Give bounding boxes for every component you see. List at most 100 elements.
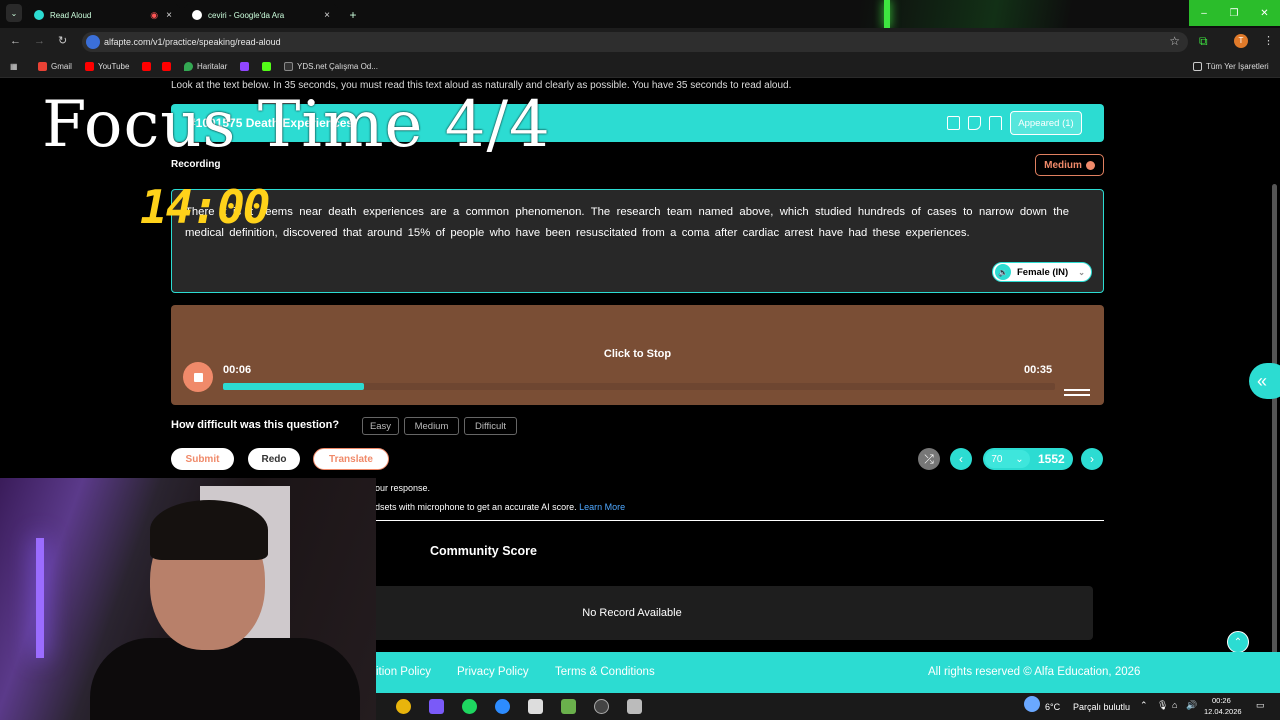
progress-fill [223,383,365,390]
total-count: 1552 [1038,452,1065,466]
url-input[interactable]: alfapte.com/v1/practice/speaking/read-al… [82,32,1188,52]
all-bookmarks[interactable]: Tüm Yer İşaretleri [1193,62,1269,71]
google-favicon-icon [192,10,202,20]
youtube-icon [142,62,151,71]
recording-icon: ◉ [150,9,159,20]
volume-icon[interactable]: 🔊 [1186,700,1197,711]
apps-grid-icon[interactable]: ▦ [10,62,18,71]
bookmark-star-icon[interactable]: ☆ [1169,34,1180,48]
bookmark-maps[interactable]: Haritalar [184,62,227,71]
tab-google-search[interactable]: ceviri - Google'da Ara × [184,4,338,26]
browser-menu-icon[interactable]: ⋮ [1263,34,1274,47]
page-selector[interactable]: 70 ⌄ 1552 [983,448,1073,470]
translate-button[interactable]: Translate [313,448,389,470]
passage-box: There it is it seems near death experien… [171,189,1104,293]
bookmark-kick[interactable] [262,62,275,71]
per-page-select[interactable]: 70 ⌄ [985,450,1030,468]
translate-icon[interactable] [947,116,960,130]
folder-icon [1193,62,1202,71]
bookmark-youtube[interactable]: YouTube [85,62,129,71]
twitch-icon [240,62,249,71]
voice-select[interactable]: 🔉 Female (IN) ⌄ [992,262,1092,282]
back-icon[interactable]: ← [10,35,21,47]
accent-light [884,0,890,28]
side-panel-toggle[interactable]: « [1249,363,1280,399]
notes-icon[interactable] [968,116,981,130]
previous-button[interactable]: ‹ [950,448,972,470]
learn-more-link[interactable]: Learn More [579,502,625,512]
redo-button[interactable]: Redo [248,448,300,470]
bookmarks-bar: ▦ Gmail YouTube Haritalar YDS.net Çalışm… [0,56,1280,78]
speaker-icon[interactable]: 🔉 [995,264,1011,280]
profile-avatar[interactable]: T [1234,34,1248,48]
weather-temp: 6°C [1045,702,1061,712]
notification-icon[interactable]: ▭ [1256,700,1265,711]
app-icon[interactable] [429,699,444,714]
total-time: 00:35 [1024,364,1053,376]
click-to-stop-label[interactable]: Click to Stop [171,348,1104,360]
bookmark-icon[interactable] [989,116,1002,130]
new-tab-button[interactable]: + [344,4,362,26]
clock-time: 00:26 [1212,696,1231,705]
zoom-icon[interactable] [495,699,510,714]
close-window-button[interactable]: ✕ [1249,0,1280,26]
close-icon[interactable]: × [166,10,172,21]
difficulty-easy-button[interactable]: Easy [362,417,399,435]
address-bar: ← → ↻ alfapte.com/v1/practice/speaking/r… [0,28,1280,56]
close-icon[interactable]: × [324,10,330,21]
difficulty-badge: Medium [1035,154,1104,176]
chrome-icon[interactable] [396,699,411,714]
scroll-top-button[interactable]: ⌃ [1227,631,1249,653]
tip-text-2-body: dsets with microphone to get an accurate… [375,502,577,512]
chevron-down-icon: ⌄ [1078,267,1085,277]
spotify-icon[interactable] [462,699,477,714]
tab-read-aloud[interactable]: Read Aloud ◉ × [26,4,180,26]
network-icon[interactable]: ⌂ [1172,700,1177,710]
bookmark-youtube-3[interactable] [162,62,175,71]
app-icon[interactable] [561,699,576,714]
bookmark-twitch[interactable] [240,62,253,71]
youtube-icon [85,62,94,71]
gmail-icon [38,62,47,71]
stop-button[interactable] [183,362,213,392]
obs-icon[interactable] [594,699,609,714]
windows-taskbar: 6°C Parçalı bulutlu ⌃ 🎙 ⌂ 🔊 00:26 12.04.… [376,693,1280,720]
app-icon[interactable] [627,699,642,714]
minimize-button[interactable]: – [1189,0,1219,26]
mic-icon[interactable]: 🎙 [1157,700,1168,711]
bookmark-gmail[interactable]: Gmail [38,62,72,71]
reload-icon[interactable]: ↻ [58,34,67,47]
maximize-button[interactable]: ❐ [1219,0,1249,26]
app-icon[interactable] [528,699,543,714]
next-button[interactable]: › [1081,448,1103,470]
footer-terms-link[interactable]: Terms & Conditions [555,666,655,678]
difficulty-question: How difficult was this question? [171,419,340,431]
footer-copyright: All rights reserved © Alfa Education, 20… [928,666,1141,678]
recorder-panel[interactable]: Click to Stop 00:06 00:35 [171,305,1104,405]
tab-title: ceviri - Google'da Ara [208,10,285,20]
bookmark-yds[interactable]: YDS.net Çalışma Od... [284,62,378,71]
weather-desc: Parçalı bulutlu [1073,702,1131,712]
led-light [36,538,44,658]
extensions-icon[interactable]: ⧉ [1199,34,1208,49]
scrollbar[interactable] [1272,184,1277,672]
bookmark-youtube-2[interactable] [142,62,155,71]
info-icon [1085,160,1095,170]
site-info-icon[interactable] [86,35,100,49]
person-hair [150,500,268,560]
footer-privacy-link[interactable]: Privacy Policy [457,666,529,678]
passage-text: There it is it seems near death experien… [185,206,1069,239]
elapsed-time: 00:06 [223,364,252,376]
stop-icon [193,372,203,382]
footer-refund-link[interactable]: ition Policy [376,666,431,678]
submit-button[interactable]: Submit [171,448,234,470]
menu-icon[interactable] [1064,389,1090,396]
appeared-button[interactable]: Appeared (1) [1010,111,1082,135]
progress-track [223,383,1055,390]
difficulty-medium-button[interactable]: Medium [404,417,459,435]
forward-icon[interactable]: → [34,35,45,47]
difficulty-difficult-button[interactable]: Difficult [464,417,517,435]
shuffle-button[interactable]: ⤮ [918,448,940,470]
chevron-up-icon[interactable]: ⌃ [1140,700,1148,711]
tab-search-icon[interactable]: ⌄ [6,4,22,22]
